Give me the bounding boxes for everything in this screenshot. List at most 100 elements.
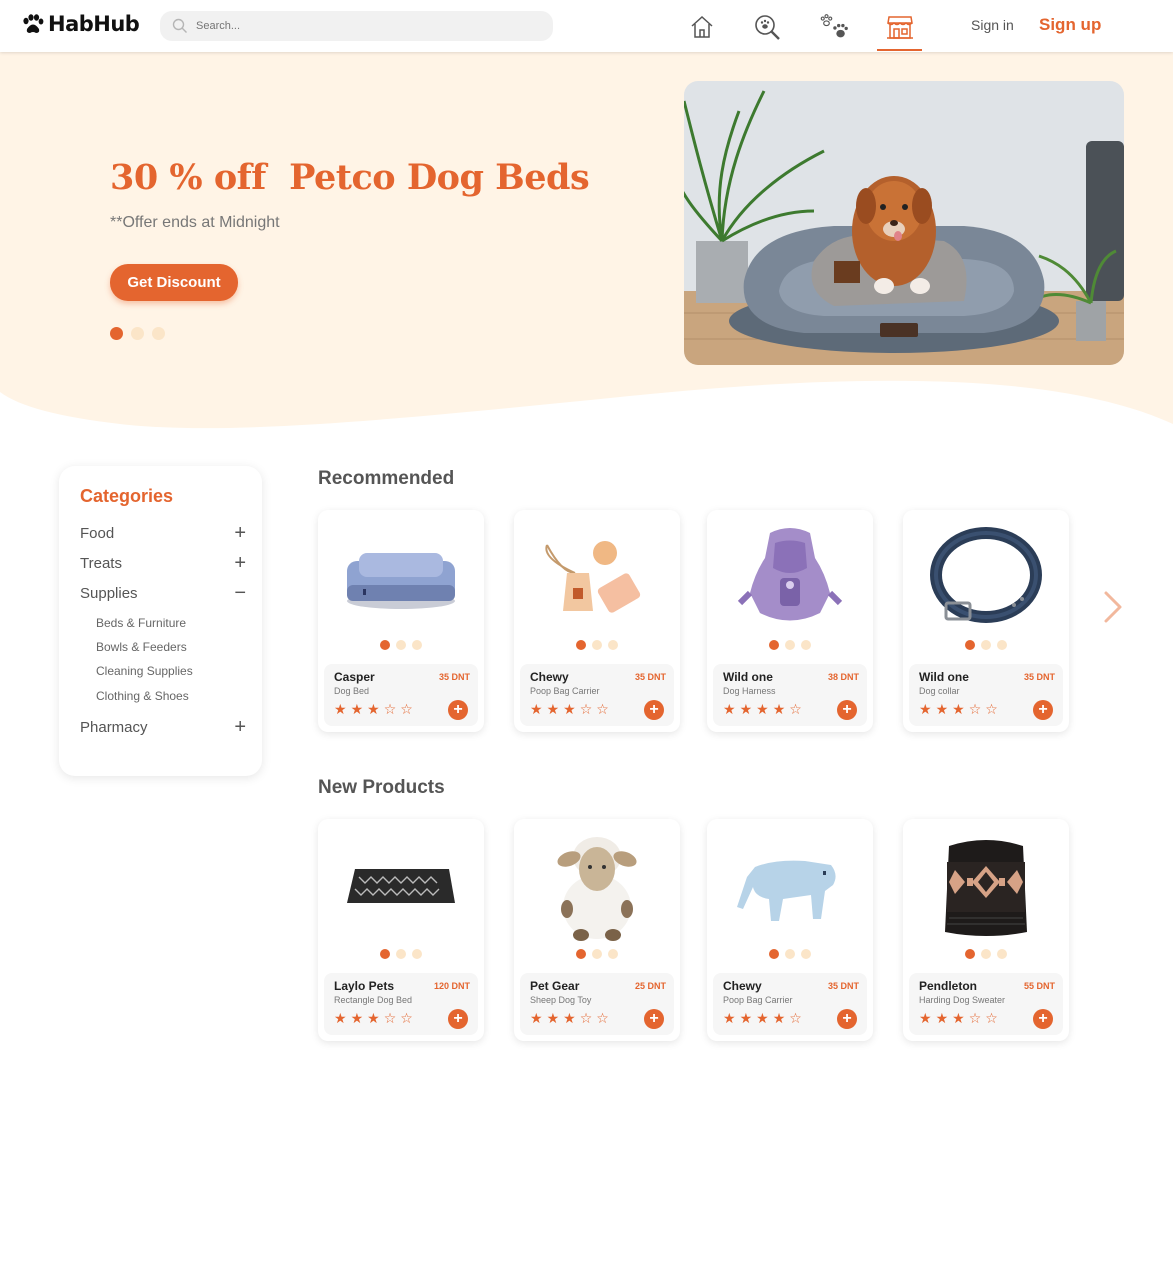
product-card[interactable]: Chewy 35 DNT Poop Bag Carrier ★ ★ ★ ☆ ☆ + [514,510,680,732]
add-to-cart-button[interactable]: + [644,700,664,720]
product-card[interactable]: Laylo Pets 120 DNT Rectangle Dog Bed ★ ★ ★… [318,819,484,1041]
product-image-dog-bed [318,516,484,640]
get-discount-button[interactable]: Get Discount [110,264,238,301]
rating-stars: ★ ★ ★ ☆ ☆ [334,701,413,717]
signin-link[interactable]: Sign in [971,17,1014,33]
logo[interactable]: HabHub [22,12,140,36]
product-card[interactable]: Wild one 38 DNT Dog Harness ★ ★ ★ ★ ☆ + [707,510,873,732]
product-name: Laylo Pets [334,979,395,993]
rating-stars: ★ ★ ★ ★ ☆ [723,1010,802,1026]
rating-stars: ★ ★ ★ ☆ ☆ [530,701,609,717]
product-price: 35 DNT [827,981,859,991]
product-name: Pendleton [919,979,978,993]
product-info: Pet Gear 25 DNT Sheep Dog Toy ★ ★ ★ ☆ ☆ + [520,973,674,1035]
product-price: 55 DNT [1023,981,1055,991]
category-food[interactable]: Food + [80,522,246,544]
product-description: Rectangle Dog Bed [334,995,413,1005]
product-card[interactable]: Chewy 35 DNT Poop Bag Carrier ★ ★ ★ ★ ☆ + [707,819,873,1041]
product-description: Poop Bag Carrier [723,995,793,1005]
subcategory-bowls-feeders[interactable]: Bowls & Feeders [96,640,187,654]
add-to-cart-button[interactable]: + [837,700,857,720]
category-supplies[interactable]: Supplies − [80,582,246,604]
product-card[interactable]: Casper 35 DNT Dog Bed ★ ★ ★ ☆ ☆ + [318,510,484,732]
product-info: Wild one 38 DNT Dog Harness ★ ★ ★ ★ ☆ + [713,664,867,726]
category-label: Pharmacy [80,718,148,736]
carousel-dot[interactable] [131,327,144,340]
collapse-icon[interactable]: − [234,583,246,603]
product-name: Chewy [723,979,762,993]
product-price: 35 DNT [634,672,666,682]
category-label: Treats [80,554,122,572]
logo-text: HabHub [48,12,140,36]
rating-stars: ★ ★ ★ ☆ ☆ [334,1010,413,1026]
image-carousel-dots [707,640,873,650]
top-navbar: HabHub Search... Sign in Sign up [0,0,1173,52]
subcategory-clothing-shoes[interactable]: Clothing & Shoes [96,689,189,703]
subcategory-cleaning-supplies[interactable]: Cleaning Supplies [96,664,193,678]
subcategory-beds-furniture[interactable]: Beds & Furniture [96,616,186,630]
expand-icon[interactable]: + [234,553,246,573]
product-card[interactable]: Wild one 35 DNT Dog collar ★ ★ ★ ☆ ☆ + [903,510,1069,732]
search-input[interactable] [196,20,536,32]
expand-icon[interactable]: + [234,523,246,543]
hero-carousel-dots [110,327,165,340]
add-to-cart-button[interactable]: + [448,700,468,720]
product-price: 120 DNT [433,981,470,991]
image-carousel-dots [903,949,1069,959]
product-card[interactable]: Pendleton 55 DNT Harding Dog Sweater ★ ★ ★… [903,819,1069,1041]
hero-subtitle: **Offer ends at Midnight [110,214,280,231]
search-icon [172,18,187,33]
expand-icon[interactable]: + [234,717,246,737]
product-info: Pendleton 55 DNT Harding Dog Sweater ★ ★ ★… [909,973,1063,1035]
category-pharmacy[interactable]: Pharmacy + [80,716,246,738]
product-description: Dog Harness [723,686,776,696]
rating-stars: ★ ★ ★ ☆ ☆ [919,1010,998,1026]
product-price: 35 DNT [438,672,470,682]
add-to-cart-button[interactable]: + [644,1009,664,1029]
category-label: Food [80,524,115,542]
product-image-patterned-sweater [903,825,1069,949]
paws-icon[interactable] [819,12,849,42]
hero-banner: 30 % off Petco Dog Beds **Offer ends at … [0,52,1173,432]
chevron-right-icon[interactable] [1100,590,1124,624]
add-to-cart-button[interactable]: + [1033,700,1053,720]
image-carousel-dots [318,640,484,650]
rating-stars: ★ ★ ★ ★ ☆ [723,701,802,717]
search-bar[interactable] [160,11,553,41]
product-info: Laylo Pets 120 DNT Rectangle Dog Bed ★ ★ ★… [324,973,478,1035]
shop-icon[interactable] [885,12,915,42]
signup-link[interactable]: Sign up [1039,15,1101,35]
add-to-cart-button[interactable]: + [448,1009,468,1029]
product-info: Casper 35 DNT Dog Bed ★ ★ ★ ☆ ☆ + [324,664,478,726]
image-carousel-dots [514,640,680,650]
product-description: Sheep Dog Toy [530,995,592,1005]
home-icon[interactable] [687,12,717,42]
add-to-cart-button[interactable]: + [837,1009,857,1029]
product-info: Wild one 35 DNT Dog collar ★ ★ ★ ☆ ☆ + [909,664,1063,726]
search-paw-icon[interactable] [752,12,782,42]
product-name: Pet Gear [530,979,580,993]
product-description: Dog Bed [334,686,370,696]
carousel-dot[interactable] [152,327,165,340]
add-to-cart-button[interactable]: + [1033,1009,1053,1029]
categories-panel: Categories Food + Treats + Supplies − Be… [59,466,262,776]
rating-stars: ★ ★ ★ ☆ ☆ [530,1010,609,1026]
categories-title: Categories [80,486,174,506]
product-image-dog-harness [707,516,873,640]
rating-stars: ★ ★ ★ ☆ ☆ [919,701,998,717]
carousel-dot[interactable] [110,327,123,340]
product-description: Poop Bag Carrier [530,686,600,696]
product-info: Chewy 35 DNT Poop Bag Carrier ★ ★ ★ ☆ ☆ + [520,664,674,726]
recommended-title: Recommended [318,468,455,489]
active-nav-indicator [877,49,922,51]
product-name: Wild one [723,670,773,684]
image-carousel-dots [707,949,873,959]
product-image-poop-bag-carrier [514,516,680,640]
product-description: Harding Dog Sweater [919,995,1006,1005]
product-card[interactable]: Pet Gear 25 DNT Sheep Dog Toy ★ ★ ★ ☆ ☆ + [514,819,680,1041]
category-label: Supplies [80,584,138,602]
image-carousel-dots [514,949,680,959]
hero-title: 30 % off Petco Dog Beds [110,157,590,198]
category-treats[interactable]: Treats + [80,552,246,574]
image-carousel-dots [318,949,484,959]
